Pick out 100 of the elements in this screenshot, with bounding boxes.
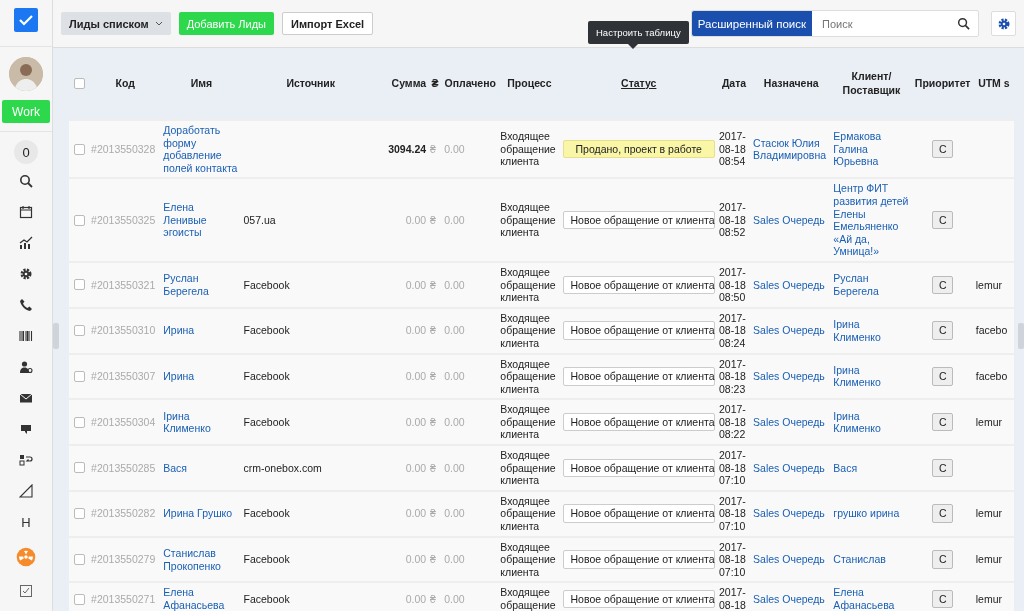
lead-name-link[interactable]: Елена Афанасьева — [163, 586, 240, 611]
sidebar-item[interactable]: H — [21, 515, 31, 530]
priority-badge[interactable]: С — [931, 367, 954, 386]
assignee-link[interactable]: Sales Очередь — [753, 213, 830, 227]
assignee-link[interactable]: Sales Очередь — [753, 415, 830, 429]
column-header[interactable]: Клиент/ Поставщик — [833, 70, 910, 97]
client-link[interactable]: Руслан Берегела — [833, 272, 910, 298]
client-link[interactable]: Центр ФИТ развития детей Елены Емельяненко «Ай да, Умница!» — [833, 182, 910, 258]
row-checkbox[interactable] — [73, 143, 85, 155]
assignee-link[interactable]: Sales Очередь — [753, 461, 830, 475]
advanced-search-button[interactable]: Расширенный поиск — [691, 11, 812, 36]
status-badge[interactable]: Новое обращение от клиента — [562, 550, 715, 569]
priority-badge[interactable]: С — [931, 589, 954, 609]
currency-sign: ₴ — [430, 507, 437, 521]
assignee-link[interactable]: Sales Очередь — [753, 507, 830, 521]
client-link[interactable]: Елена Афанасьева — [833, 586, 910, 611]
priority-badge[interactable]: С — [931, 550, 954, 569]
row-checkbox[interactable] — [73, 214, 85, 226]
search-field[interactable]: Поиск — [820, 16, 953, 31]
checkbox-icon[interactable] — [19, 584, 33, 598]
status-badge[interactable]: Новое обращение от клиента — [562, 210, 715, 230]
client-link[interactable]: Ірина Клименко — [833, 363, 910, 389]
priority-badge[interactable]: С — [931, 139, 954, 159]
hazard-icon[interactable] — [16, 547, 36, 567]
row-checkbox[interactable] — [73, 554, 85, 565]
row-checkbox[interactable] — [73, 325, 85, 337]
mail-icon[interactable] — [19, 391, 33, 405]
row-checkbox[interactable] — [73, 508, 85, 520]
column-header[interactable]: Приоритет — [913, 76, 972, 91]
search-icon[interactable] — [19, 174, 33, 188]
column-header[interactable]: Оплачено — [444, 76, 497, 91]
column-header[interactable]: Код — [91, 76, 160, 91]
lead-name-link[interactable]: Ирина — [163, 324, 240, 337]
lead-name-link[interactable]: Вася — [163, 461, 240, 475]
blocks-icon[interactable] — [19, 453, 33, 467]
lead-name-link[interactable]: Доработать форму добавление полей контакта — [163, 124, 240, 175]
client-link[interactable]: Ірина Клименко — [833, 409, 910, 435]
status-badge[interactable]: Новое обращение от клиента — [562, 504, 715, 524]
lead-name-link[interactable]: Ірина Клименко — [163, 409, 240, 435]
client-link[interactable]: Ермакова Галина Юрьевна — [833, 130, 910, 169]
priority-badge[interactable]: С — [931, 210, 954, 230]
phone-icon[interactable] — [19, 298, 33, 312]
row-checkbox[interactable] — [73, 416, 85, 428]
import-excel-button[interactable]: Импорт Excel — [282, 12, 374, 35]
settings-button[interactable] — [991, 11, 1016, 36]
search-icon[interactable] — [957, 17, 970, 30]
triangle-icon[interactable] — [19, 484, 33, 498]
assignee-link[interactable]: Sales Очередь — [753, 553, 830, 566]
lead-code: #2013550307 — [91, 370, 157, 383]
lead-name-link[interactable]: Станислав Прокопенко — [163, 546, 240, 573]
status-badge[interactable]: Новое обращение от клиента — [562, 412, 715, 432]
view-dropdown[interactable]: Лиды списком — [61, 12, 171, 35]
client-link[interactable]: грушко ирина — [833, 507, 910, 521]
column-header[interactable]: UTM s — [975, 76, 1012, 91]
column-header[interactable]: Процесс — [500, 76, 559, 91]
lead-name-link[interactable]: Ирина Грушко — [163, 507, 240, 521]
assignee-link[interactable]: Sales Очередь — [753, 370, 830, 383]
row-checkbox[interactable] — [73, 593, 85, 605]
assignee-link[interactable]: Sales Очередь — [753, 324, 830, 337]
client-link[interactable]: Вася — [833, 461, 910, 475]
assignee-link[interactable]: Sales Очередь — [753, 592, 830, 606]
column-header[interactable]: Назначена — [753, 76, 830, 91]
resize-handle[interactable] — [1018, 323, 1024, 349]
logo-icon[interactable] — [14, 8, 38, 32]
lead-name-link[interactable]: Ирина — [163, 370, 240, 383]
priority-badge[interactable]: С — [931, 458, 954, 478]
client-link[interactable]: Ірина Клименко — [833, 318, 910, 344]
counter-badge[interactable]: 0 — [14, 140, 38, 164]
status-badge[interactable]: Новое обращение от клиента — [562, 458, 715, 478]
column-header[interactable]: Статус — [562, 76, 715, 91]
column-header[interactable]: ₴ — [430, 76, 441, 91]
assignee-link[interactable]: Стасюк Юлия Владимировна — [753, 136, 830, 162]
calendar-icon[interactable] — [19, 205, 33, 219]
row-checkbox[interactable] — [73, 462, 85, 474]
column-header[interactable]: Сумма — [381, 76, 427, 91]
status-badge[interactable]: Продано, проект в работе — [562, 139, 715, 159]
priority-badge[interactable]: С — [931, 504, 954, 524]
settings-icon[interactable] — [19, 267, 33, 281]
row-checkbox[interactable] — [73, 279, 85, 291]
status-badge[interactable]: Новое обращение от клиента — [562, 321, 715, 340]
priority-badge[interactable]: С — [931, 321, 954, 340]
select-all-checkbox[interactable] — [73, 78, 85, 89]
priority-badge[interactable]: С — [931, 275, 954, 295]
status-badge[interactable]: Новое обращение от клиента — [562, 367, 715, 386]
column-header[interactable]: Имя — [163, 76, 240, 91]
row-checkbox[interactable] — [73, 370, 85, 382]
status-badge[interactable]: Новое обращение от клиента — [562, 589, 715, 609]
column-header[interactable]: Дата — [719, 76, 750, 91]
assignee-link[interactable]: Sales Очередь — [753, 278, 830, 292]
person-icon[interactable] — [19, 360, 33, 374]
status-badge[interactable]: Новое обращение от клиента — [562, 275, 715, 295]
column-header[interactable]: Источник — [243, 76, 378, 91]
barcode-icon[interactable] — [19, 329, 33, 343]
lead-name-link[interactable]: Руслан Берегела — [163, 272, 240, 298]
resize-handle[interactable] — [53, 323, 59, 349]
lead-name-link[interactable]: Елена Ленивые эгоисты — [163, 201, 240, 240]
avatar[interactable] — [9, 57, 43, 91]
chart-icon[interactable] — [19, 236, 33, 250]
priority-badge[interactable]: С — [931, 412, 954, 432]
client-link[interactable]: Станислав — [833, 553, 910, 566]
